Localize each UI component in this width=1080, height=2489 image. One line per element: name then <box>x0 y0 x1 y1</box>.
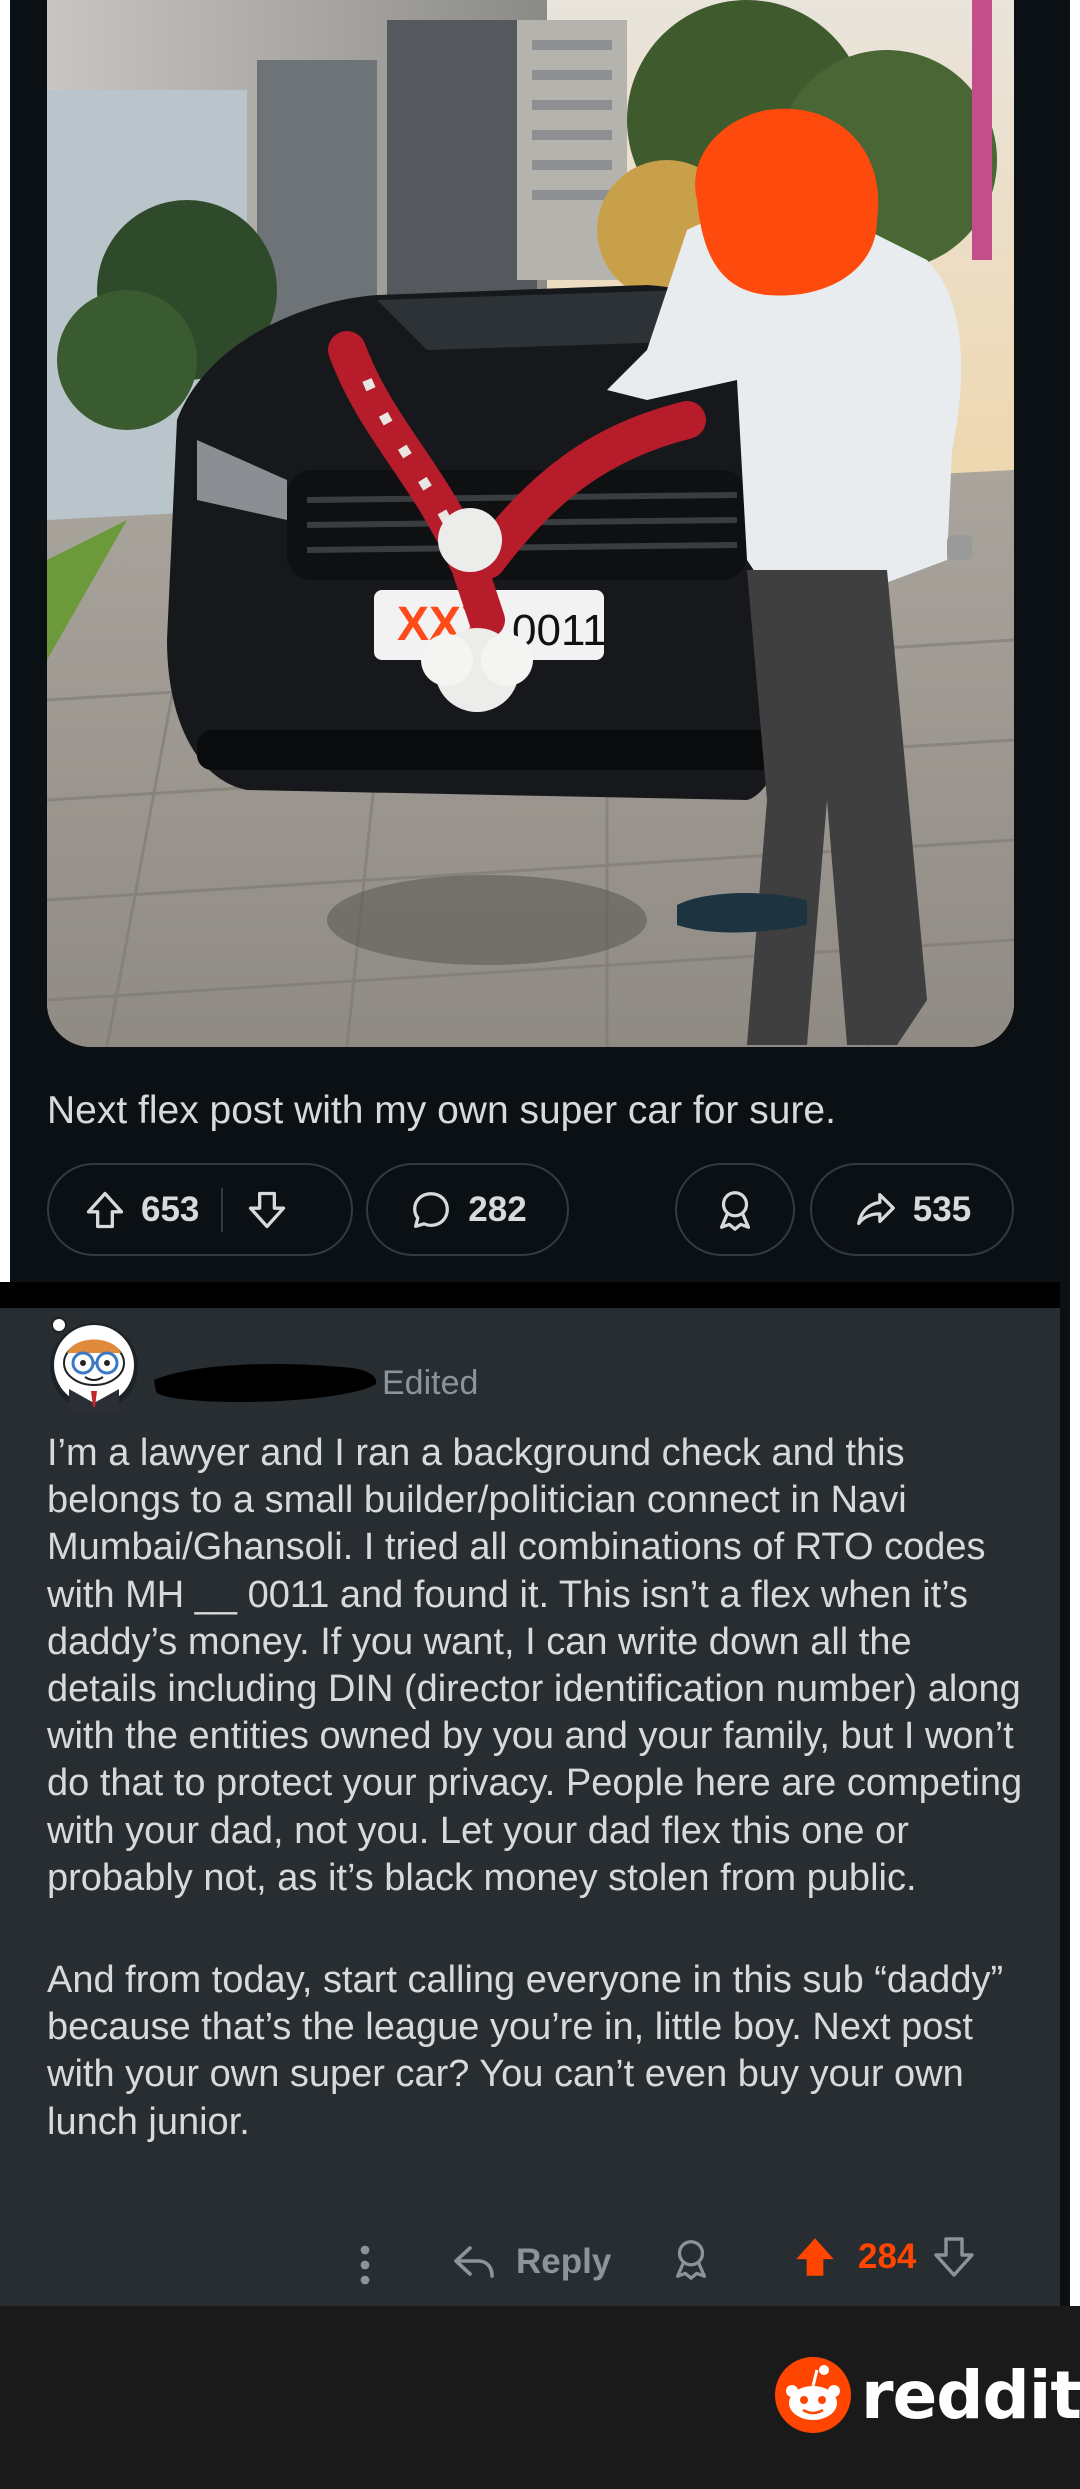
comment-paragraph: And from today, start calling everyone i… <box>47 1959 1004 2143</box>
more-icon <box>360 2245 370 2285</box>
comment-paragraph: I’m a lawyer and I ran a background chec… <box>47 1432 1023 1899</box>
section-separator <box>0 1282 1060 1308</box>
share-button[interactable]: 535 <box>810 1163 1014 1256</box>
comment-award-button[interactable] <box>668 2236 714 2282</box>
upvote-icon[interactable] <box>83 1188 127 1232</box>
more-options-button[interactable] <box>350 2240 380 2290</box>
reddit-logo: reddit <box>773 2355 1080 2435</box>
edited-label: Edited <box>382 1364 479 1402</box>
award-icon <box>712 1187 758 1233</box>
comments-button[interactable]: 282 <box>366 1163 569 1256</box>
share-count: 535 <box>912 1189 972 1229</box>
award-button[interactable] <box>675 1163 795 1256</box>
reddit-snoo-icon <box>775 2357 851 2433</box>
user-avatar[interactable] <box>47 1317 141 1411</box>
reply-label: Reply <box>516 2242 612 2281</box>
vote-divider <box>221 1187 224 1232</box>
downvote-icon[interactable] <box>930 2233 978 2281</box>
comment-icon <box>408 1187 454 1233</box>
comment-score: 284 <box>858 2237 917 2276</box>
post-vote-pill: 653 <box>47 1163 353 1256</box>
post-title[interactable]: Next flex post with my own super car for… <box>47 1085 1027 1137</box>
post-score: 653 <box>141 1189 200 1229</box>
post-image[interactable]: XXX 0011 <box>47 0 1014 1047</box>
comment-body: I’m a lawyer and I ran a background chec… <box>47 1430 1027 2146</box>
comment-vote: 284 <box>790 2232 978 2282</box>
reply-icon <box>454 2246 494 2278</box>
comment-actions: Reply 284 <box>0 2228 1060 2308</box>
share-icon <box>853 1187 899 1233</box>
upvote-icon[interactable] <box>790 2232 840 2282</box>
award-icon <box>675 2240 707 2280</box>
username-redaction <box>154 1364 377 1402</box>
comment-count: 282 <box>468 1189 527 1229</box>
reddit-wordmark: reddit <box>861 2356 1080 2434</box>
downvote-icon[interactable] <box>245 1188 289 1232</box>
reply-button[interactable]: Reply <box>450 2238 611 2286</box>
